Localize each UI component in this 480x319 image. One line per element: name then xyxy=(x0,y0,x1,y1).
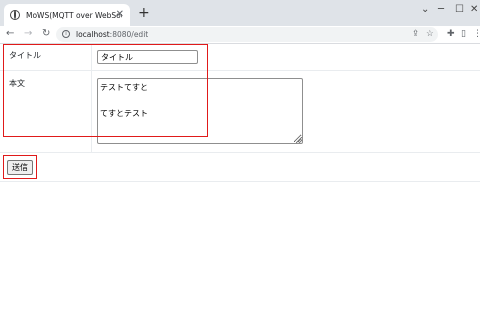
url-host: localhost xyxy=(76,30,110,39)
sidepanel-icon[interactable]: ▯ xyxy=(461,27,466,41)
tab-close-icon[interactable]: ✕ xyxy=(116,8,124,22)
back-icon[interactable]: ← xyxy=(6,27,14,41)
table-divider xyxy=(0,181,480,182)
extensions-icon[interactable]: ✚ xyxy=(447,27,455,41)
menu-icon[interactable]: ⋮ xyxy=(473,27,480,41)
reload-icon[interactable]: ↻ xyxy=(42,27,50,41)
browser-toolbar: ← → ↻ i localhost:8080/edit ⇪ ☆ ✚ ▯ ⋮ xyxy=(0,26,480,44)
address-bar[interactable]: i localhost:8080/edit ⇪ ☆ xyxy=(56,27,438,42)
bookmark-star-icon[interactable]: ☆ xyxy=(426,28,434,41)
close-window-icon[interactable]: ✕ xyxy=(470,4,478,16)
minimize-icon[interactable]: ─ xyxy=(438,4,444,16)
maximize-icon[interactable]: ☐ xyxy=(455,4,464,16)
url-path: :8080/edit xyxy=(109,30,149,39)
new-tab-button[interactable]: + xyxy=(138,6,150,20)
tab-search-dropdown-icon[interactable]: ⌄ xyxy=(421,4,429,16)
site-info-icon[interactable]: i xyxy=(62,30,70,38)
table-divider xyxy=(0,152,480,153)
page-content: タイトル 本文 テストてすと てすとテスト 送信 xyxy=(0,44,480,319)
resize-handle-icon[interactable] xyxy=(296,137,302,143)
browser-tab[interactable]: MoWS(MQTT over WebSocket) ✕ xyxy=(4,4,130,26)
forward-icon[interactable]: → xyxy=(24,27,32,41)
globe-icon xyxy=(10,10,20,20)
tab-bar: MoWS(MQTT over WebSocket) ✕ + ⌄ ─ ☐ ✕ xyxy=(0,0,480,26)
highlight-box-submit xyxy=(3,155,37,179)
highlight-box-form xyxy=(3,44,208,137)
tab-title: MoWS(MQTT over WebSocket) xyxy=(26,10,122,20)
share-icon[interactable]: ⇪ xyxy=(412,28,419,41)
url-text: localhost:8080/edit xyxy=(76,29,148,40)
